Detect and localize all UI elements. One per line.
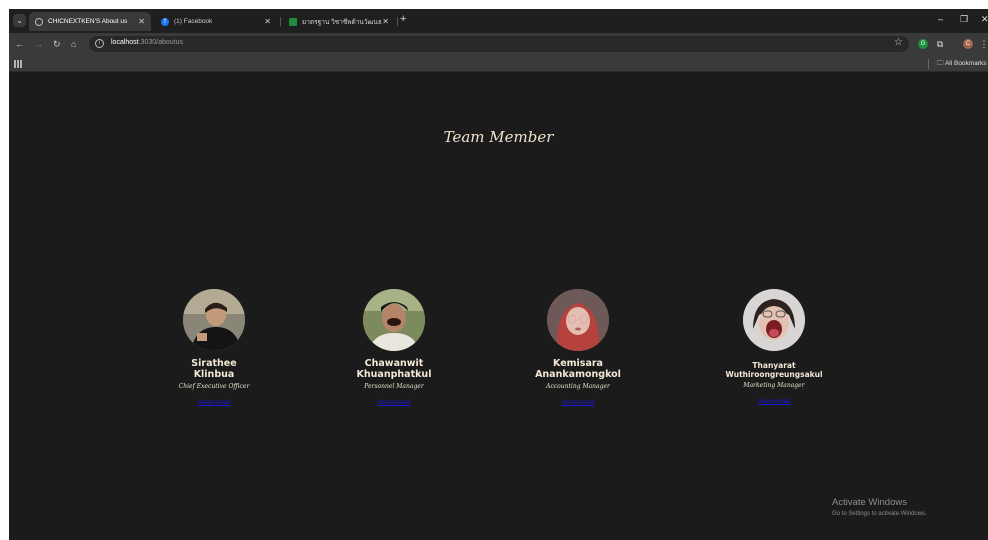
team-member-card: Thanyarat Wuthiroongreungsakul Marketing… bbox=[699, 289, 849, 408]
url-path: :3030/aboutus bbox=[138, 39, 184, 46]
member-photo bbox=[743, 289, 805, 351]
all-bookmarks-label: All Bookmarks bbox=[944, 60, 987, 67]
member-first-name: Thanyarat bbox=[752, 361, 796, 370]
folder-icon: 🗀 bbox=[937, 60, 944, 67]
close-window-icon[interactable]: ✕ bbox=[981, 14, 988, 25]
sheets-icon bbox=[289, 17, 297, 26]
back-icon[interactable]: ← bbox=[15, 38, 24, 50]
restore-icon[interactable]: ❐ bbox=[960, 14, 968, 25]
site-info-icon[interactable]: i bbox=[95, 39, 104, 48]
member-role: Accounting Manager bbox=[546, 383, 610, 390]
member-photo bbox=[547, 289, 609, 351]
member-first-name: Kemisara bbox=[553, 358, 603, 369]
send-email-link[interactable]: Send email bbox=[378, 399, 411, 406]
member-role: Marketing Manager bbox=[743, 382, 805, 389]
tab-facebook[interactable]: f (1) Facebook ✕ bbox=[155, 12, 277, 31]
browser-toolbar: ← → ↻ ⌂ i localhost:3030/aboutus ☆ G ⧉ C… bbox=[9, 33, 988, 56]
member-first-name: Chawanwit bbox=[364, 358, 424, 369]
minimize-icon[interactable]: – bbox=[938, 14, 943, 24]
activate-windows-watermark: Activate Windows Go to Settings to activ… bbox=[832, 497, 927, 517]
member-role: Personnel Manager bbox=[364, 383, 424, 390]
avatar[interactable]: C bbox=[963, 39, 973, 49]
tab-search-button[interactable]: ⌄ bbox=[13, 14, 26, 27]
forward-icon[interactable]: → bbox=[34, 38, 43, 50]
team-member-card: Sirathee Klinbua Chief Executive Officer… bbox=[139, 289, 289, 409]
tab-divider bbox=[397, 17, 398, 26]
send-email-link[interactable]: Send email bbox=[198, 399, 231, 406]
team-member-card: Chawanwit Khuanphatkul Personnel Manager… bbox=[319, 289, 469, 409]
bookmark-star-icon[interactable]: ☆ bbox=[894, 37, 903, 48]
member-photo bbox=[183, 289, 245, 351]
tab-title: (1) Facebook bbox=[174, 18, 213, 25]
reload-icon[interactable]: ↻ bbox=[53, 38, 61, 50]
member-first-name: Sirathee bbox=[191, 358, 237, 369]
apps-grid-icon[interactable] bbox=[14, 60, 22, 68]
tab-strip: ⌄ CHICNEXTKEN'S About us ✕ f (1) Faceboo… bbox=[9, 9, 988, 33]
address-bar[interactable]: i localhost:3030/aboutus ☆ bbox=[89, 36, 909, 52]
facebook-icon: f bbox=[161, 17, 169, 26]
tab-title: CHICNEXTKEN'S About us bbox=[48, 18, 128, 25]
close-icon[interactable]: ✕ bbox=[264, 17, 271, 26]
page-title: Team Member bbox=[443, 128, 554, 146]
url-text: localhost:3030/aboutus bbox=[111, 39, 183, 46]
puzzle-icon[interactable]: ⧉ bbox=[935, 39, 945, 49]
watermark-title: Activate Windows bbox=[832, 497, 907, 508]
member-last-name: Wuthiroongreungsakul bbox=[725, 370, 823, 379]
browser-window: ⌄ CHICNEXTKEN'S About us ✕ f (1) Faceboo… bbox=[9, 9, 988, 540]
home-icon[interactable]: ⌂ bbox=[71, 38, 76, 50]
close-icon[interactable]: ✕ bbox=[138, 17, 145, 26]
member-last-name: Klinbua bbox=[193, 369, 235, 380]
send-email-link[interactable]: Send email bbox=[758, 398, 791, 405]
bookmarks-divider bbox=[928, 59, 929, 69]
tab-sheets[interactable]: มาตรฐาน วิชาชีพด้านวัฒนธรรม - G ✕ bbox=[283, 12, 395, 31]
menu-icon[interactable]: ⋮ bbox=[979, 39, 988, 49]
send-email-link[interactable]: Send email bbox=[562, 399, 595, 406]
all-bookmarks-button[interactable]: 🗀 All Bookmarks bbox=[937, 59, 987, 70]
tab-about-us[interactable]: CHICNEXTKEN'S About us ✕ bbox=[29, 12, 151, 31]
new-tab-button[interactable]: + bbox=[400, 13, 406, 25]
bookmarks-bar: 🗀 All Bookmarks bbox=[9, 56, 988, 72]
member-photo bbox=[363, 289, 425, 351]
watermark-subtitle: Go to Settings to activate Windows. bbox=[832, 511, 927, 517]
member-role: Chief Executive Officer bbox=[178, 383, 250, 390]
page-content: Team Member Sirathee Klinbua Chief Execu… bbox=[9, 73, 988, 540]
chevron-down-icon: ⌄ bbox=[16, 16, 23, 25]
globe-icon bbox=[35, 17, 43, 26]
url-host: localhost bbox=[111, 39, 139, 46]
extension-icon[interactable]: G bbox=[918, 39, 928, 49]
team-member-card: Kemisara Anankamongkol Accounting Manage… bbox=[503, 289, 653, 409]
close-icon[interactable]: ✕ bbox=[382, 17, 389, 26]
tab-title: มาตรฐาน วิชาชีพด้านวัฒนธรรม - G bbox=[302, 18, 382, 26]
member-last-name: Khuanphatkul bbox=[356, 369, 432, 380]
tab-divider bbox=[280, 17, 281, 26]
member-last-name: Anankamongkol bbox=[535, 369, 621, 380]
